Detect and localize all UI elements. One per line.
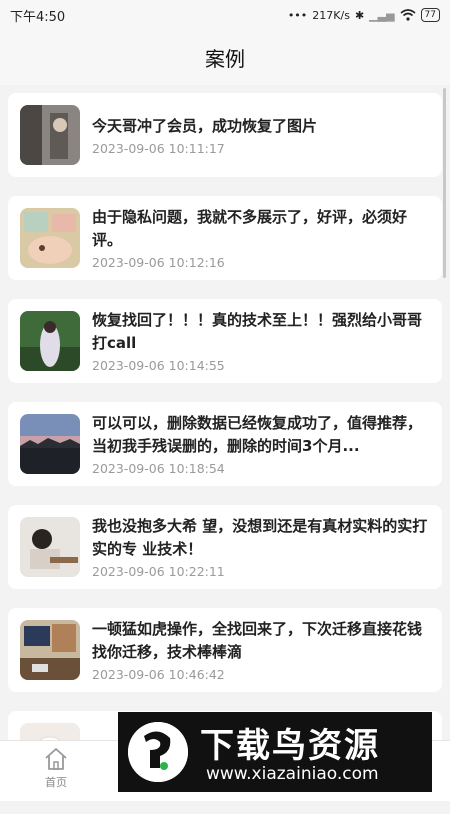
case-card[interactable]: 可以可以，删除数据已经恢复成功了，值得推荐，当初我手残误删的，删除的时间3个月.… [8, 402, 442, 486]
case-thumbnail [20, 311, 80, 371]
scrollbar[interactable] [443, 88, 446, 278]
case-time: 2023-09-06 10:11:17 [92, 140, 225, 156]
home-icon [45, 748, 67, 770]
case-card[interactable]: 我也没抱多大希 望，没想到还是有真材实料的实打实的专 业技术！ 2023-09-… [8, 505, 442, 589]
case-time: 2023-09-06 10:12:16 [92, 255, 225, 270]
case-text: 可以可以，删除数据已经恢复成功了，值得推荐，当初我手残误删的，删除的时间3个月.… [92, 414, 423, 455]
signal-icon: ▁▃▅ [369, 8, 395, 22]
case-text: 恢复找回了！！！真的技术至上！！强烈给小哥哥打call [92, 311, 423, 352]
case-thumbnail [20, 517, 80, 577]
more-dots-icon: ••• [287, 8, 308, 22]
tab-home[interactable]: 首页 [30, 747, 82, 790]
case-list: 今天哥冲了会员，成功恢复了图片 2023-09-06 10:11:17 由于隐私… [8, 93, 442, 814]
battery-icon: 77 [420, 8, 440, 22]
wifi-icon [400, 9, 416, 21]
watermark-logo-icon [128, 722, 188, 782]
case-card[interactable]: 由于隐私问题，我就不多展示了，好评，必须好评。 2023-09-06 10:12… [8, 196, 442, 280]
status-time: 下午4:50 [10, 9, 66, 25]
case-thumbnail [20, 414, 80, 474]
page-title-bar: 案例 [0, 30, 450, 85]
case-thumbnail [20, 105, 80, 165]
case-card[interactable]: 恢复找回了！！！真的技术至上！！强烈给小哥哥打call 2023-09-06 1… [8, 299, 442, 383]
case-text: 今天哥冲了会员，成功恢复了图片 [92, 116, 318, 135]
case-thumbnail [20, 620, 80, 680]
case-text: 由于隐私问题，我就不多展示了，好评，必须好评。 [92, 208, 408, 249]
bluetooth-icon: ✱ [354, 8, 365, 22]
case-time: 2023-09-06 10:46:42 [92, 667, 225, 682]
case-time: 2023-09-06 10:22:11 [92, 564, 225, 579]
case-text: 我也没抱多大希 望，没想到还是有真材实料的实打实的专 业技术！ [92, 517, 428, 558]
watermark-title: 下载鸟资源 [200, 726, 380, 766]
page-title: 案例 [205, 47, 245, 71]
status-icons: ••• 217K/s ✱ ▁▃▅ 77 [288, 8, 440, 22]
case-card[interactable]: 一顿猛如虎操作，全找回来了，下次迁移直接花钱找你迁移，技术棒棒滴 2023-09… [8, 608, 442, 692]
watermark-banner: 下载鸟资源 www.xiazainiao.com [118, 712, 432, 792]
network-speed: 217K/s [312, 8, 350, 22]
case-text: 一顿猛如虎操作，全找回来了，下次迁移直接花钱找你迁移，技术棒棒滴 [92, 620, 423, 661]
case-thumbnail [20, 208, 80, 268]
status-bar: 下午4:50 ••• 217K/s ✱ ▁▃▅ 77 [0, 0, 450, 30]
case-time: 2023-09-06 10:14:55 [92, 358, 225, 373]
case-time: 2023-09-06 10:18:54 [92, 461, 225, 476]
tab-home-label: 首页 [45, 776, 67, 789]
watermark-url: www.xiazainiao.com [206, 764, 379, 784]
case-card[interactable]: 今天哥冲了会员，成功恢复了图片 2023-09-06 10:11:17 [8, 93, 442, 177]
